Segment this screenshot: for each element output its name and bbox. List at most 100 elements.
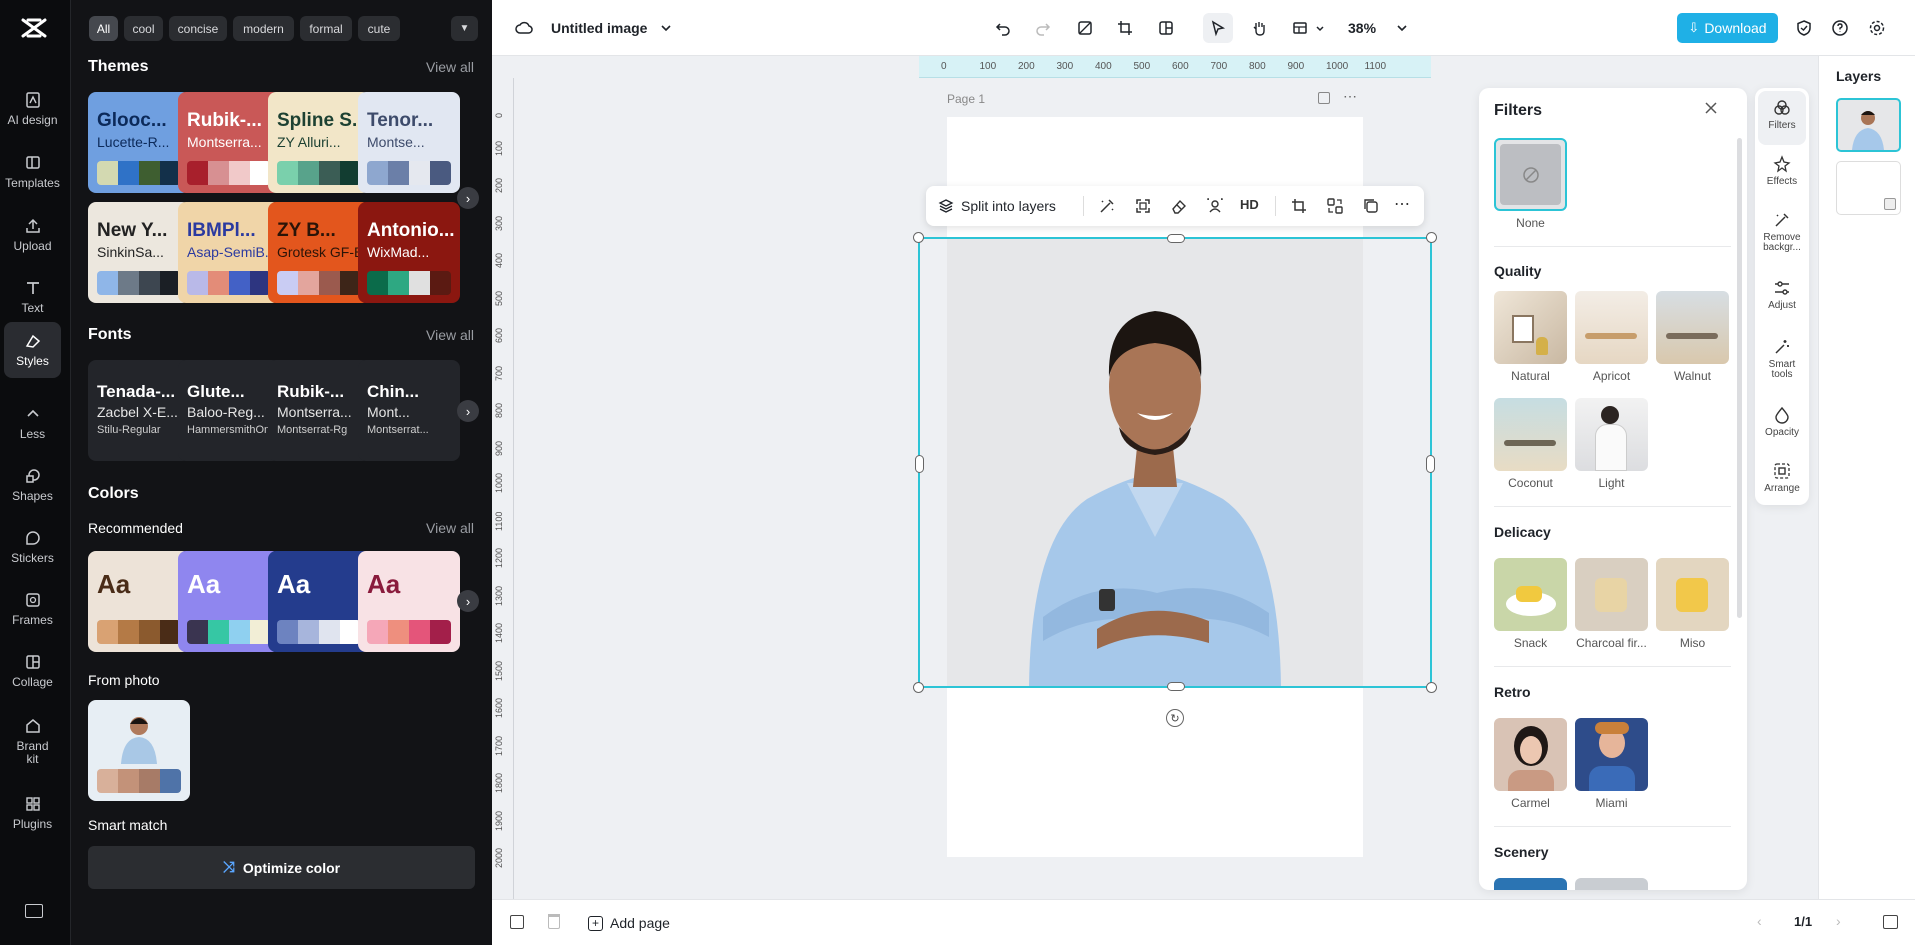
- resize-handle-bottom-left[interactable]: [913, 682, 924, 693]
- undo-icon[interactable]: [989, 14, 1017, 42]
- view-chevron-down-icon[interactable]: [1306, 14, 1334, 42]
- rail-templates[interactable]: Templates: [4, 145, 61, 199]
- tool-remove-background[interactable]: Remove backgr...: [1758, 203, 1806, 267]
- fonts-next-button[interactable]: ›: [457, 400, 479, 422]
- close-icon[interactable]: [1703, 100, 1719, 116]
- colors-next-button[interactable]: ›: [457, 590, 479, 612]
- rail-styles[interactable]: Styles: [4, 322, 61, 378]
- filter-snack[interactable]: [1494, 558, 1567, 631]
- chip-modern[interactable]: modern: [233, 16, 294, 41]
- app-logo[interactable]: [20, 16, 48, 40]
- resize-handle-top[interactable]: [1167, 234, 1185, 243]
- font-card[interactable]: Tenada-...Zacbel X-E...Stilu-Regular: [88, 360, 190, 461]
- resize-icon[interactable]: [1071, 14, 1099, 42]
- theme-card[interactable]: Tenor...Montse...: [358, 92, 460, 193]
- duplicate-page-icon[interactable]: [1318, 92, 1330, 104]
- select-tool-icon[interactable]: [1203, 13, 1233, 43]
- crop-icon[interactable]: [1290, 197, 1308, 215]
- focus-crop-icon[interactable]: [1134, 197, 1152, 215]
- layer-thumbnail-photo[interactable]: [1836, 98, 1901, 152]
- filters-scrollbar[interactable]: [1737, 138, 1742, 618]
- page-more-icon[interactable]: ⋯: [1343, 88, 1358, 105]
- add-page-button[interactable]: + Add page: [588, 913, 670, 933]
- replace-image-icon[interactable]: [1326, 197, 1344, 215]
- themes-next-button[interactable]: ›: [457, 187, 479, 209]
- hd-upscale-button[interactable]: HD: [1240, 197, 1259, 212]
- font-card[interactable]: Rubik-...Montserra...Montserrat-Rg: [268, 360, 370, 461]
- zoom-chevron-down-icon[interactable]: [1388, 14, 1416, 42]
- document-title[interactable]: Untitled image: [551, 20, 647, 36]
- font-card[interactable]: Chin...Mont...Montserrat...: [358, 360, 460, 461]
- theme-card[interactable]: Rubik-...Montserra...: [178, 92, 280, 193]
- eraser-icon[interactable]: [1170, 197, 1188, 215]
- theme-card[interactable]: New Y...SinkinSa...: [88, 202, 190, 303]
- rail-brand-kit[interactable]: Brand kit: [4, 710, 61, 772]
- theme-card[interactable]: ZY B...Grotesk GF-B...: [268, 202, 370, 303]
- filter-scenery-2[interactable]: [1575, 878, 1648, 890]
- chip-formal[interactable]: formal: [300, 16, 352, 41]
- resize-handle-top-right[interactable]: [1426, 232, 1437, 243]
- hand-tool-icon[interactable]: [1245, 14, 1273, 42]
- fonts-view-all[interactable]: View all: [426, 327, 474, 343]
- colors-view-all[interactable]: View all: [426, 520, 474, 536]
- rotate-handle[interactable]: ↻: [1166, 709, 1184, 727]
- theme-card[interactable]: Spline S...ZY Alluri...: [268, 92, 370, 193]
- cloud-save-icon[interactable]: [510, 14, 538, 42]
- delete-page-icon[interactable]: [548, 914, 560, 929]
- prev-page-icon[interactable]: ‹: [1757, 913, 1762, 929]
- selection-box[interactable]: [918, 237, 1432, 688]
- split-into-layers-button[interactable]: Split into layers: [938, 196, 1056, 216]
- font-card[interactable]: Glute...Baloo-Reg...HammersmithOn...: [178, 360, 280, 461]
- resize-handle-bottom[interactable]: [1167, 682, 1185, 691]
- filter-charcoal-fire[interactable]: [1575, 558, 1648, 631]
- rail-collage[interactable]: Collage: [4, 644, 61, 698]
- filter-scenery-1[interactable]: [1494, 878, 1567, 890]
- resize-handle-top-left[interactable]: [913, 232, 924, 243]
- rail-frames[interactable]: Frames: [4, 582, 61, 636]
- tool-arrange[interactable]: Arrange: [1758, 454, 1806, 508]
- color-palette-card[interactable]: Aa: [178, 551, 280, 652]
- rail-ai-design[interactable]: AI design: [4, 82, 61, 136]
- optimize-color-button[interactable]: ⤨ Optimize color: [88, 846, 475, 889]
- filter-light[interactable]: [1575, 398, 1648, 471]
- resize-handle-left[interactable]: [915, 455, 924, 473]
- color-palette-card[interactable]: Aa: [268, 551, 370, 652]
- from-photo-card[interactable]: [88, 700, 190, 801]
- chip-cute[interactable]: cute: [358, 16, 400, 41]
- toolbar-more-icon[interactable]: ⋯: [1394, 194, 1410, 214]
- pages-overview-icon[interactable]: [1883, 915, 1898, 929]
- zoom-level[interactable]: 38%: [1348, 20, 1376, 36]
- tool-adjust[interactable]: Adjust: [1758, 271, 1806, 325]
- rail-less[interactable]: Less: [4, 396, 61, 450]
- layout-icon[interactable]: [1152, 14, 1180, 42]
- settings-gear-icon[interactable]: [1863, 14, 1891, 42]
- magic-erase-icon[interactable]: [1098, 197, 1116, 215]
- next-page-icon[interactable]: ›: [1836, 913, 1841, 929]
- filter-miso[interactable]: [1656, 558, 1729, 631]
- rail-text[interactable]: Text: [4, 270, 61, 324]
- tool-opacity[interactable]: Opacity: [1758, 398, 1806, 452]
- theme-card[interactable]: Antonio...WixMad...: [358, 202, 460, 303]
- filter-coconut[interactable]: [1494, 398, 1567, 471]
- keyboard-icon[interactable]: [25, 904, 43, 918]
- rail-upload[interactable]: Upload: [4, 208, 61, 262]
- filter-none[interactable]: [1494, 138, 1567, 211]
- rail-stickers[interactable]: Stickers: [4, 520, 61, 574]
- download-button[interactable]: ⇩ Download: [1677, 13, 1778, 43]
- resize-handle-bottom-right[interactable]: [1426, 682, 1437, 693]
- filter-carmel[interactable]: [1494, 718, 1567, 791]
- crop-canvas-icon[interactable]: [1111, 14, 1139, 42]
- rail-shapes[interactable]: Shapes: [4, 458, 61, 512]
- chip-concise[interactable]: concise: [169, 16, 227, 41]
- color-palette-card[interactable]: Aa: [358, 551, 460, 652]
- filter-natural[interactable]: [1494, 291, 1567, 364]
- duplicate-icon[interactable]: [1362, 197, 1380, 215]
- theme-card[interactable]: IBMPl...Asap-SemiB...: [178, 202, 280, 303]
- resize-handle-right[interactable]: [1426, 455, 1435, 473]
- help-icon[interactable]: [1826, 14, 1854, 42]
- filter-miami[interactable]: [1575, 718, 1648, 791]
- title-chevron-down-icon[interactable]: [652, 14, 680, 42]
- rail-plugins[interactable]: Plugins: [4, 786, 61, 840]
- chips-expand-button[interactable]: ▼: [451, 16, 478, 41]
- page-duplicate-icon[interactable]: [510, 915, 524, 929]
